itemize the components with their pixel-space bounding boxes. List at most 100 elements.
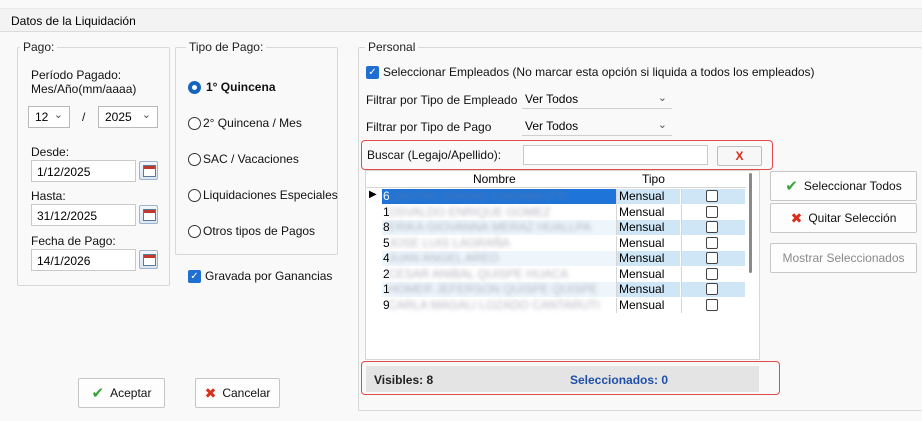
mostrar-seleccionados-button[interactable]: Mostrar Seleccionados [770, 243, 917, 273]
fecha-pago-value: 14/1/2026 [37, 254, 91, 268]
anio-value: 2025 [105, 110, 132, 124]
check-icon: ✔ [91, 385, 105, 402]
cancelar-button[interactable]: ✖ Cancelar [195, 378, 280, 408]
gravada-checkbox[interactable]: ✓ [188, 270, 201, 283]
hasta-value: 31/12/2025 [37, 209, 98, 223]
seleccionar-empleados-checkbox[interactable]: ✓ [366, 66, 379, 79]
row-checkbox[interactable] [706, 190, 718, 202]
mes-value: 12 [35, 110, 49, 124]
employees-grid[interactable]: Nombre Tipo ▶ 6 CASTRO SERGIO CANTARUTTI Me… [365, 170, 760, 360]
mostrar-seleccionados-label: Mostrar Seleccionados [782, 251, 905, 265]
personal-group-title: Personal [365, 40, 419, 54]
radio-2-quincena-mes-label[interactable]: 2° Quincena / Mes [203, 116, 302, 130]
row-checkbox[interactable] [706, 252, 718, 264]
chevron-down-icon: ⌄ [657, 119, 667, 131]
row-nombre: JOSE LUIS LAGRAÑA [388, 235, 511, 250]
chevron-down-icon: ⌄ [141, 109, 151, 121]
row-checkbox[interactable] [706, 283, 718, 295]
row-checkbox[interactable] [706, 236, 718, 249]
row-tipo: Mensual [616, 266, 680, 282]
fecha-pago-calendar-icon[interactable] [139, 250, 158, 269]
fecha-pago-date-field[interactable]: 14/1/2026 [31, 249, 136, 271]
row-nombre: OSVALDO ENRIQUE GOMEZ [388, 204, 551, 219]
table-row[interactable]: 1 OSVALDO ENRIQUE GOMEZ Mensual [366, 204, 746, 220]
close-icon: ✖ [204, 384, 217, 401]
radio-liquidaciones-especiales-label[interactable]: Liquidaciones Especiales [203, 188, 338, 202]
seleccionar-todos-button[interactable]: ✔ Seleccionar Todos [770, 171, 917, 201]
aceptar-button[interactable]: ✔ Aceptar [78, 378, 165, 408]
row-checkbox[interactable] [706, 267, 718, 280]
row-nombre: CESAR ANIBAL QUISPE HUACA [388, 266, 569, 281]
row-tipo: Mensual [616, 251, 680, 266]
row-tipo: Mensual [616, 189, 680, 204]
chevron-down-icon: ⌄ [53, 109, 63, 121]
anio-select[interactable]: 2025 ⌄ [98, 106, 158, 128]
dialog-window: Datos de la Liquidación Pago: Período Pa… [0, 0, 922, 421]
radio-otros-tipos[interactable] [188, 225, 201, 238]
desde-calendar-icon[interactable] [139, 161, 158, 180]
gravada-label[interactable]: Gravada por Ganancias [205, 269, 332, 283]
quitar-seleccion-label: Quitar Selección [808, 211, 897, 225]
row-nombre: CASTRO SERGIO CANTARUTTI [388, 189, 567, 203]
row-checkbox[interactable] [706, 298, 718, 311]
hasta-calendar-icon[interactable] [139, 205, 158, 224]
row-tipo: Mensual [616, 297, 680, 313]
date-separator: / [82, 110, 86, 124]
table-row[interactable]: 2 CESAR ANIBAL QUISPE HUACA Mensual [366, 266, 746, 282]
row-tipo: Mensual [616, 220, 680, 235]
buscar-label: Buscar (Legajo/Apellido): [367, 148, 502, 162]
radio-liquidaciones-especiales[interactable] [188, 189, 201, 202]
row-nombre: CARLA MAGALI LOZADO CANTARUTI [388, 297, 600, 312]
desde-value: 1/12/2025 [37, 165, 91, 179]
window-title: Datos de la Liquidación [11, 14, 136, 28]
aceptar-label: Aceptar [110, 386, 152, 400]
periodo-label-line: Mes/Año(mm/aaaa) [31, 82, 137, 96]
row-tipo: Mensual [616, 204, 680, 220]
desde-label: Desde: [31, 145, 70, 159]
quitar-seleccion-button[interactable]: ✖ Quitar Selección [770, 203, 917, 233]
table-row[interactable]: 9 CARLA MAGALI LOZADO CANTARUTI Mensual [366, 297, 746, 313]
radio-1-quincena[interactable] [188, 81, 201, 94]
row-tipo: Mensual [616, 282, 680, 297]
clear-search-button[interactable]: X [717, 146, 762, 166]
seleccionar-empleados-label[interactable]: Seleccionar Empleados (No marcar esta op… [383, 65, 815, 79]
periodo-label-line: Período Pagado: [31, 68, 122, 82]
desde-date-field[interactable]: 1/12/2025 [31, 160, 136, 182]
mes-select[interactable]: 12 ⌄ [28, 106, 70, 128]
fecha-pago-label: Fecha de Pago: [31, 234, 116, 248]
table-row[interactable]: 8 ERIKA GIOVANNA MERAZ HUALLPA Mensual [366, 220, 746, 235]
row-nombre: ERIKA GIOVANNA MERAZ HUALLPA [388, 220, 591, 234]
table-row[interactable]: ▶ 6 CASTRO SERGIO CANTARUTTI Mensual [366, 189, 746, 204]
row-tipo: Mensual [616, 235, 680, 251]
hasta-label: Hasta: [31, 189, 66, 203]
row-checkbox[interactable] [706, 205, 718, 218]
periodo-label-text: Período Pagado: Mes/Año(mm/aaaa) [31, 68, 136, 96]
buscar-input[interactable] [523, 145, 708, 165]
close-icon: ✖ [790, 209, 803, 226]
footer-highlight-box [361, 361, 780, 395]
filtro-empleado-select[interactable]: Ver Todos ⌄ [522, 89, 672, 109]
grid-scrollbar[interactable] [749, 173, 752, 273]
col-header-nombre[interactable]: Nombre [473, 172, 516, 186]
table-row[interactable]: 1 HOMER JEFERSON QUISPE QUISPE Mensual [366, 282, 746, 297]
radio-sac-vacaciones-label[interactable]: SAC / Vacaciones [203, 152, 299, 166]
radio-2-quincena-mes[interactable] [188, 117, 201, 130]
hasta-date-field[interactable]: 31/12/2025 [31, 204, 136, 226]
table-row[interactable]: 5 JOSE LUIS LAGRAÑA Mensual [366, 235, 746, 251]
row-pointer-icon: ▶ [369, 189, 377, 200]
row-checkbox[interactable] [706, 221, 718, 233]
radio-sac-vacaciones[interactable] [188, 153, 201, 166]
grid-header: Nombre Tipo [366, 171, 746, 188]
col-header-tipo[interactable]: Tipo [642, 172, 665, 186]
tipo-pago-group-title: Tipo de Pago: [186, 40, 267, 54]
radio-1-quincena-label[interactable]: 1° Quincena [206, 80, 276, 94]
radio-otros-tipos-label[interactable]: Otros tipos de Pagos [203, 224, 315, 238]
seleccionar-todos-label: Seleccionar Todos [803, 179, 902, 193]
check-icon: ✔ [785, 178, 798, 195]
periodo-label: Período Pagado: Mes/Año(mm/aaaa) [31, 68, 136, 96]
filtro-empleado-label: Filtrar por Tipo de Empleado [366, 93, 518, 107]
row-nombre: HOMER JEFERSON QUISPE QUISPE [388, 282, 598, 296]
pago-group-title: Pago: [20, 40, 58, 54]
filtro-pago-select[interactable]: Ver Todos ⌄ [522, 116, 672, 136]
table-row[interactable]: 4 JUAN ANGEL AREO Mensual [366, 251, 746, 266]
